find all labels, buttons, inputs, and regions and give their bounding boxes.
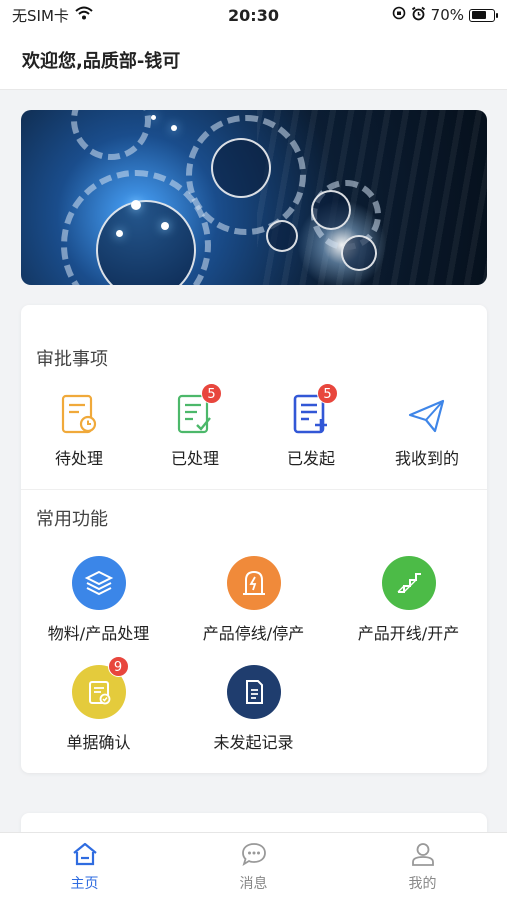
approval-item-initiated[interactable]: 5 已发起 — [253, 383, 369, 469]
badge-count: 9 — [107, 656, 129, 677]
banner-node — [171, 125, 177, 131]
chat-bubble-icon — [240, 843, 268, 871]
banner-ring — [266, 220, 298, 252]
approval-section-title: 审批事项 — [36, 349, 108, 370]
func-item-label: 产品停线/停产 — [202, 624, 305, 643]
badge-count: 5 — [201, 383, 222, 404]
approval-item-label: 已处理 — [170, 449, 219, 468]
banner-ring — [341, 235, 377, 271]
wifi-icon — [75, 6, 93, 24]
banner-node — [161, 222, 169, 230]
tab-messages[interactable]: 消息 — [169, 833, 338, 900]
approval-item-label: 待处理 — [54, 449, 103, 468]
banner-ring — [211, 138, 271, 198]
tab-home[interactable]: 主页 — [0, 833, 169, 900]
alarm-icon — [411, 6, 426, 25]
status-right: 70% — [392, 6, 498, 25]
document-check-icon: 9 — [71, 656, 129, 719]
func-item-start-line[interactable]: 产品开线/开产 — [331, 556, 486, 644]
battery-fill — [471, 11, 487, 19]
battery-percent: 70% — [430, 6, 464, 24]
banner-ring — [311, 190, 351, 230]
section-divider — [21, 489, 487, 490]
approval-item-label: 已发起 — [286, 449, 335, 468]
approval-item-received[interactable]: 我收到的 — [369, 393, 485, 469]
status-left: 无SIM卡 — [12, 5, 93, 26]
badge-count: 5 — [317, 383, 338, 404]
banner-node — [151, 115, 156, 120]
banner-node — [131, 200, 141, 210]
tab-label: 消息 — [239, 876, 268, 892]
tab-label: 主页 — [70, 876, 99, 892]
func-item-unsent-records[interactable]: 未发起记录 — [176, 665, 331, 753]
home-icon — [71, 842, 99, 871]
bottom-tab-bar: 主页 消息 我的 — [0, 832, 507, 900]
initiated-document-plus-icon: 5 — [289, 383, 338, 437]
approval-item-pending[interactable]: 待处理 — [21, 393, 137, 469]
orientation-lock-icon — [392, 6, 406, 24]
func-item-label: 单据确认 — [66, 733, 131, 752]
main-card: 审批事项 待处理 5 已处理 5 已发起 我收到的 常用功能 物料/产品处理 产… — [21, 305, 487, 773]
functions-section-title: 常用功能 — [36, 509, 108, 530]
carrier-label: 无SIM卡 — [12, 6, 69, 25]
document-lines-icon — [226, 665, 281, 719]
tab-profile[interactable]: 我的 — [338, 833, 507, 900]
tab-label: 我的 — [408, 876, 437, 892]
func-item-label: 产品开线/开产 — [357, 624, 460, 643]
func-item-label: 物料/产品处理 — [47, 624, 150, 643]
func-item-stop-line[interactable]: 产品停线/停产 — [176, 556, 331, 644]
func-item-document-confirm[interactable]: 9 单据确认 — [21, 656, 176, 753]
pending-document-clock-icon — [57, 393, 101, 437]
approval-item-label: 我收到的 — [394, 449, 459, 468]
battery-icon — [469, 8, 498, 22]
func-item-label: 未发起记录 — [213, 733, 294, 752]
status-bar: 无SIM卡 20:30 70% — [0, 0, 507, 30]
welcome-title: 欢迎您,品质部-钱可 — [22, 50, 181, 72]
layers-icon — [71, 556, 126, 610]
stairs-icon — [381, 556, 436, 610]
approval-item-processed[interactable]: 5 已处理 — [137, 383, 253, 469]
tombstone-lightning-icon — [226, 556, 281, 610]
banner-image[interactable] — [21, 110, 487, 285]
paper-plane-icon — [405, 393, 449, 437]
user-icon — [409, 843, 437, 871]
processed-document-check-icon: 5 — [173, 383, 222, 437]
banner-gear — [71, 110, 151, 160]
page-header: 欢迎您,品质部-钱可 — [0, 30, 507, 90]
banner-node — [116, 230, 123, 237]
func-item-material[interactable]: 物料/产品处理 — [21, 556, 176, 644]
